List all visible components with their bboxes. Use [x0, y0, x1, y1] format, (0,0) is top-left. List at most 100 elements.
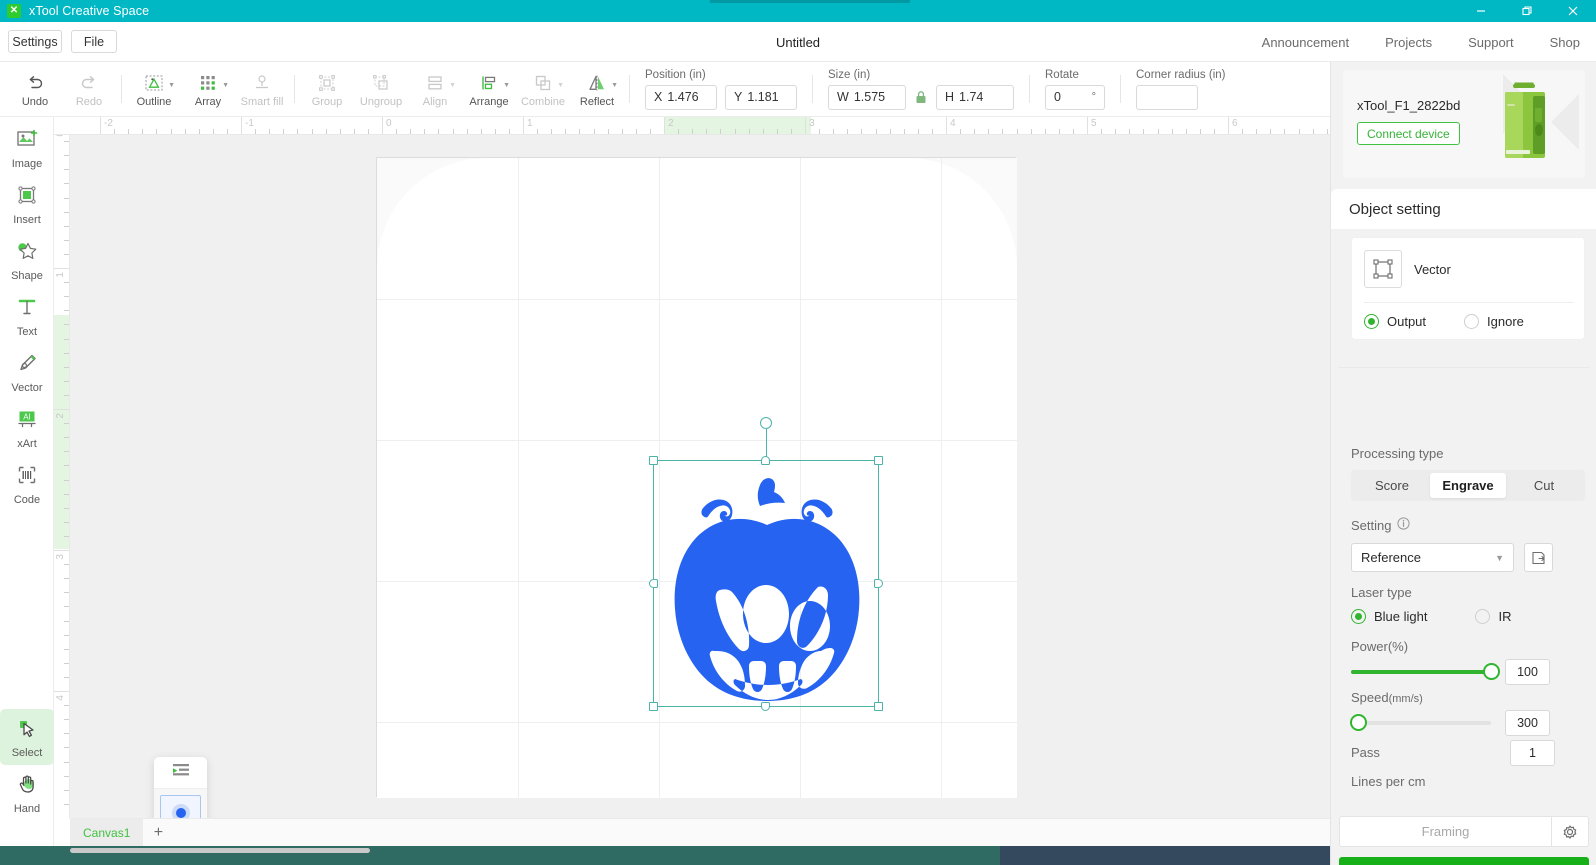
redo-button[interactable]: Redo [62, 63, 116, 115]
resize-handle-e[interactable] [874, 579, 883, 588]
ruler-minor-tick [974, 129, 975, 134]
resize-handle-ne[interactable] [874, 456, 883, 465]
nav-shop[interactable]: Shop [1550, 35, 1580, 50]
connect-device-button[interactable]: Connect device [1357, 122, 1460, 145]
radio-output[interactable]: Output [1364, 314, 1426, 329]
sidebar-item-text[interactable]: Text [0, 288, 54, 344]
selection-bounding-box[interactable] [653, 460, 879, 707]
position-y-input[interactable]: Y 1.181 [725, 85, 797, 110]
sidebar-item-code[interactable]: Code [0, 456, 54, 512]
arrange-button[interactable]: Arrange ▼ [462, 63, 516, 115]
lock-icon[interactable] [914, 90, 928, 104]
framing-button[interactable]: Framing [1339, 816, 1552, 847]
resize-handle-nw[interactable] [649, 456, 658, 465]
sidebar-item-select[interactable]: Select [0, 709, 54, 765]
resize-handle-s[interactable] [761, 702, 770, 711]
ruler-minor-tick [1327, 129, 1328, 134]
qrcode-icon [15, 463, 39, 492]
chevron-down-icon: ▼ [1495, 553, 1504, 563]
save-preset-icon[interactable] [1524, 543, 1553, 572]
smart-fill-button[interactable]: Smart fill [235, 63, 289, 115]
ruler-minor-tick [213, 129, 214, 134]
align-button[interactable]: Align ▼ [408, 63, 462, 115]
chevron-down-icon[interactable]: ▼ [503, 82, 510, 89]
sidebar-item-image[interactable]: Image [0, 120, 54, 176]
ruler-minor-tick [64, 381, 69, 382]
minimize-icon[interactable] [1458, 0, 1504, 22]
group-label: Group [312, 97, 343, 108]
size-height-input[interactable]: H 1.74 [936, 85, 1014, 110]
speed-value-input[interactable]: 300 [1505, 710, 1550, 736]
file-button[interactable]: File [71, 30, 117, 53]
speed-slider-knob[interactable] [1350, 714, 1367, 731]
pass-label: Pass [1351, 745, 1380, 760]
rotate-input[interactable]: 0 ° [1045, 85, 1105, 110]
combine-button[interactable]: Combine ▼ [516, 63, 570, 115]
process-button[interactable]: Process [1339, 857, 1589, 865]
nav-projects[interactable]: Projects [1385, 35, 1432, 50]
radio-ir[interactable]: IR [1475, 609, 1511, 624]
power-slider[interactable] [1351, 670, 1491, 674]
settings-button[interactable]: Settings [8, 30, 62, 53]
tab-cut[interactable]: Cut [1506, 473, 1582, 498]
vector-shape-icon [1364, 250, 1402, 288]
layers-panel-header[interactable] [154, 757, 207, 789]
tab-canvas1[interactable]: Canvas1 [70, 819, 143, 847]
laser-type-radio-group: Blue light IR [1351, 609, 1511, 624]
resize-handle-w[interactable] [649, 579, 658, 588]
horizontal-scrollbar[interactable] [70, 848, 370, 853]
radio-ignore[interactable]: Ignore [1464, 314, 1524, 329]
ungroup-button[interactable]: Ungroup [354, 63, 408, 115]
ruler-minor-tick [64, 324, 69, 325]
resize-handle-se[interactable] [874, 702, 883, 711]
position-x-input[interactable]: X 1.476 [645, 85, 717, 110]
horizontal-ruler[interactable]: -2-10123456 [54, 117, 1330, 135]
setting-preset-select[interactable]: Reference ▼ [1351, 543, 1514, 572]
list-item[interactable] [160, 795, 201, 818]
sidebar-item-insert[interactable]: Insert [0, 176, 54, 232]
chevron-down-icon[interactable]: ▼ [611, 82, 618, 89]
power-value-input[interactable]: 100 [1505, 659, 1550, 685]
speed-label: Speed(mm/s) [1351, 690, 1423, 705]
gear-icon[interactable] [1552, 816, 1589, 847]
reflect-button[interactable]: Reflect ▼ [570, 63, 624, 115]
tab-engrave[interactable]: Engrave [1430, 473, 1506, 498]
sidebar-item-hand[interactable]: Hand [0, 765, 54, 821]
redo-label: Redo [76, 97, 102, 108]
outline-button[interactable]: Outline ▼ [127, 63, 181, 115]
chevron-down-icon[interactable]: ▼ [222, 82, 229, 89]
group-button[interactable]: Group [300, 63, 354, 115]
chevron-down-icon[interactable]: ▼ [168, 82, 175, 89]
nav-announcement[interactable]: Announcement [1262, 35, 1349, 50]
vertical-ruler[interactable]: 01234 [54, 135, 70, 818]
add-canvas-button[interactable]: + [143, 819, 173, 847]
resize-handle-sw[interactable] [649, 702, 658, 711]
device-card[interactable]: xTool_F1_2822bd Connect device [1343, 70, 1585, 178]
resize-handle-n[interactable] [761, 456, 770, 465]
pass-value-input[interactable]: 1 [1510, 740, 1555, 766]
speed-slider[interactable] [1351, 721, 1491, 725]
ruler-minor-tick [424, 129, 425, 134]
canvas-area[interactable]: − 566% + [70, 135, 1330, 818]
sidebar-item-shape[interactable]: Shape [0, 232, 54, 288]
chevron-down-icon[interactable]: ▼ [557, 82, 564, 89]
ruler-minor-tick [64, 536, 69, 537]
rotate-handle-icon[interactable] [760, 417, 772, 429]
chevron-down-icon[interactable]: ▼ [449, 82, 456, 89]
close-icon[interactable] [1550, 0, 1596, 22]
array-button[interactable]: Array ▼ [181, 63, 235, 115]
sidebar-item-vector[interactable]: Vector [0, 344, 54, 400]
ruler-minor-tick [579, 129, 580, 134]
nav-support[interactable]: Support [1468, 35, 1514, 50]
sidebar-item-xart[interactable]: AI xArt [0, 400, 54, 456]
radio-blue-light[interactable]: Blue light [1351, 609, 1427, 624]
ruler-major-tick [523, 117, 524, 135]
undo-button[interactable]: Undo [8, 63, 62, 115]
info-circle-icon[interactable] [1397, 517, 1410, 533]
corner-radius-input[interactable] [1136, 85, 1198, 110]
maximize-icon[interactable] [1504, 0, 1550, 22]
tab-score[interactable]: Score [1354, 473, 1430, 498]
size-width-input[interactable]: W 1.575 [828, 85, 906, 110]
power-slider-knob[interactable] [1483, 663, 1500, 680]
layers-panel[interactable] [154, 757, 207, 818]
